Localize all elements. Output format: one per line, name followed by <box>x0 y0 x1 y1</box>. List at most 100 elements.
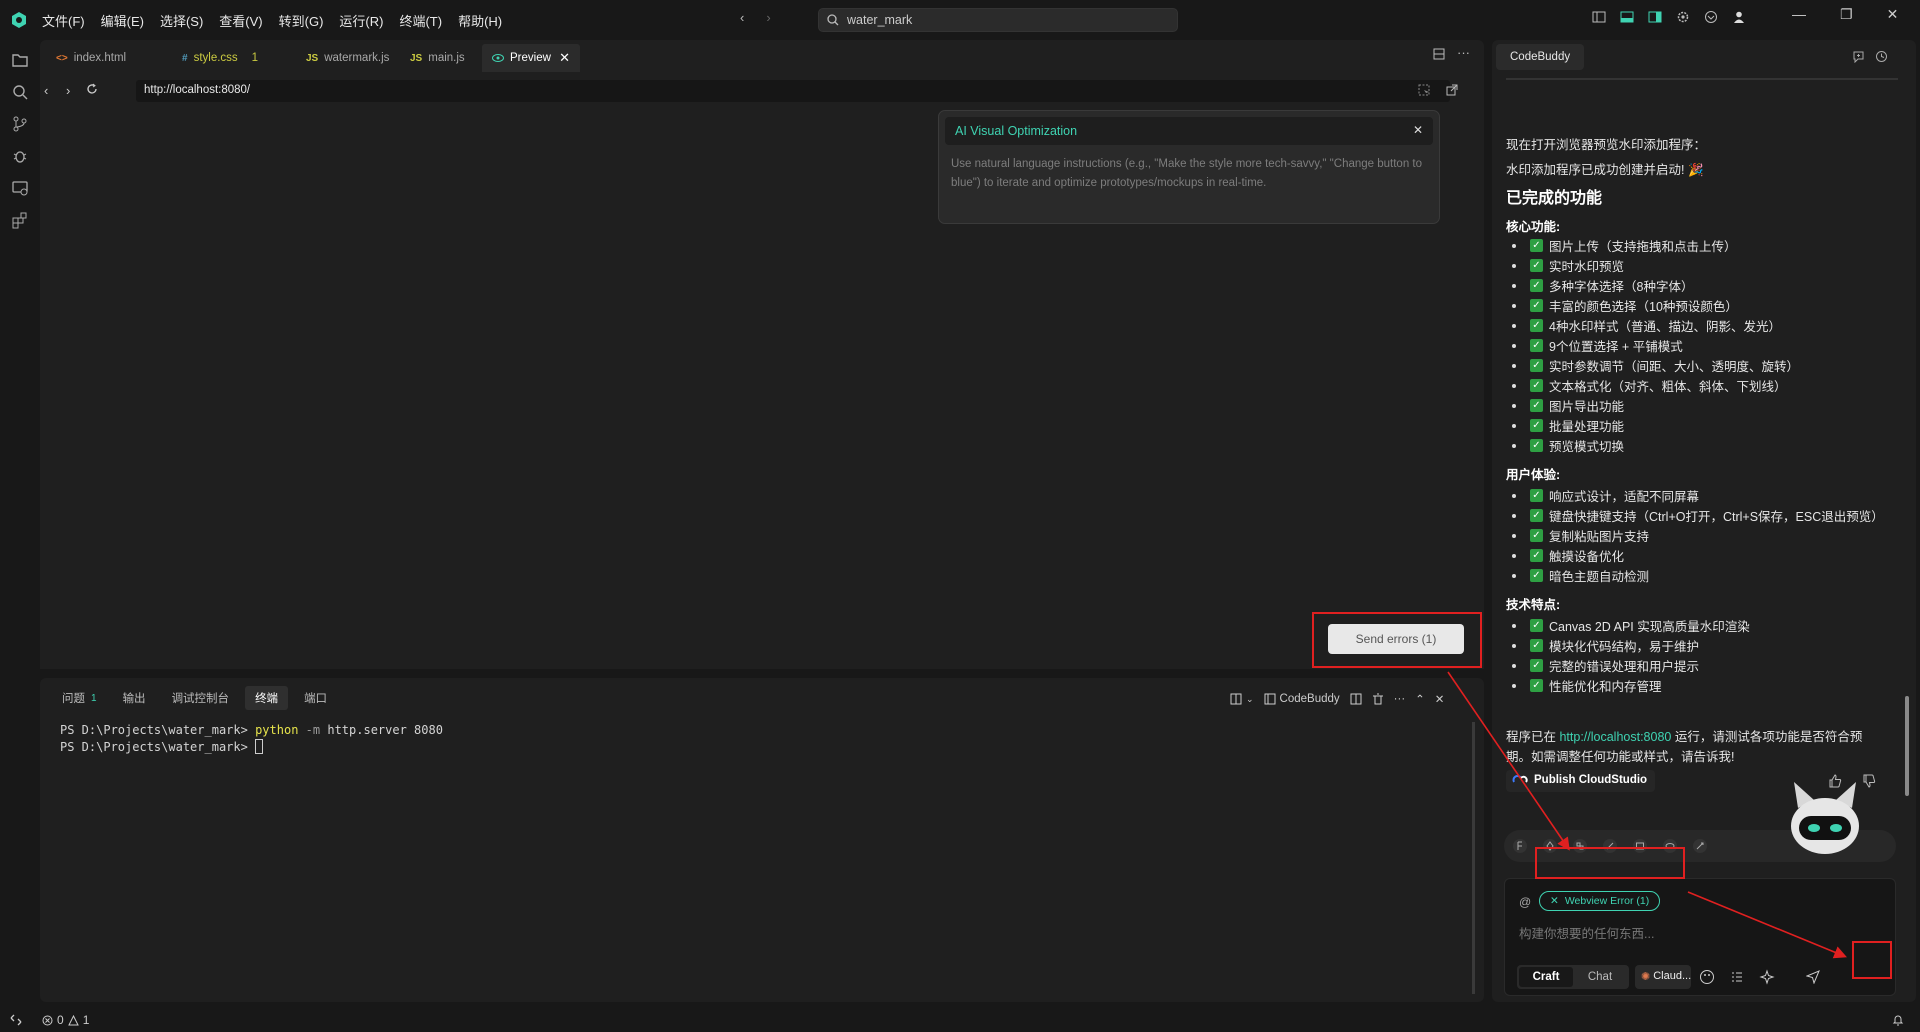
list-item-text: 9个位置选择 + 平铺模式 <box>1549 340 1683 354</box>
shield-icon[interactable] <box>1704 10 1718 24</box>
more-actions-icon[interactable]: ··· <box>1457 46 1470 60</box>
tab-output[interactable]: 输出 <box>113 686 156 710</box>
open-external-icon[interactable] <box>1446 84 1458 96</box>
url-input[interactable]: http://localhost:8080/ <box>136 80 1450 102</box>
nav-forward-icon[interactable]: › <box>766 10 770 25</box>
maximize-panel-icon[interactable]: ⌃ <box>1415 692 1425 706</box>
menu-help[interactable]: 帮助(H) <box>458 11 502 30</box>
toggle-primary-sidebar-icon[interactable] <box>1592 10 1606 24</box>
localhost-link[interactable]: http://localhost:8080 <box>1559 730 1671 744</box>
source-control-icon[interactable] <box>10 114 30 134</box>
mode-craft-button[interactable]: Craft <box>1519 967 1573 987</box>
menu-file[interactable]: 文件(F) <box>42 11 85 30</box>
chat-input-placeholder[interactable]: 构建你想要的任何东西... <box>1519 923 1654 942</box>
list-item: 9个位置选择 + 平铺模式 <box>1512 336 1683 355</box>
toggle-panel-icon[interactable] <box>1620 10 1634 24</box>
mention-at-icon[interactable]: @ <box>1519 895 1531 909</box>
chevron-down-icon[interactable]: ⌄ <box>1246 694 1254 705</box>
bullet <box>1512 243 1516 248</box>
palette-icon[interactable] <box>1699 969 1715 985</box>
menu-selection[interactable]: 选择(S) <box>160 11 203 30</box>
send-button[interactable] <box>1801 965 1825 989</box>
explorer-icon[interactable] <box>10 50 30 70</box>
tab-terminal[interactable]: 终端 <box>245 686 289 710</box>
tab-main-js[interactable]: JS main.js <box>400 44 475 72</box>
account-icon[interactable] <box>1732 10 1746 24</box>
chip-label: Webview Error (1) <box>1564 895 1650 907</box>
terminal-output[interactable]: PS D:\Projects\water_mark> python -m htt… <box>60 722 443 756</box>
terminal-scrollbar[interactable] <box>1472 722 1475 994</box>
close-icon[interactable]: ✕ <box>1413 123 1423 137</box>
browser-back-icon[interactable]: ‹ <box>44 83 48 98</box>
trash-icon[interactable] <box>1372 693 1384 705</box>
mode-chat-button[interactable]: Chat <box>1573 967 1627 987</box>
reload-icon[interactable] <box>86 83 98 95</box>
title-bar: 文件(F) 编辑(E) 选择(S) 查看(V) 转到(G) 运行(R) 终端(T… <box>0 0 1920 40</box>
check-icon <box>1530 339 1543 352</box>
task-list-icon[interactable] <box>1729 969 1745 985</box>
settings-gear-icon[interactable] <box>1676 10 1690 24</box>
minimize-icon[interactable]: — <box>1792 6 1806 23</box>
menu-go[interactable]: 转到(G) <box>279 11 324 30</box>
message-text-part: 运行，请测试各项功能是否符合预 <box>1671 730 1863 744</box>
tab-debug-console[interactable]: 调试控制台 <box>162 686 240 710</box>
command-center-search[interactable]: water_mark <box>818 8 1178 32</box>
close-tab-icon[interactable]: ✕ <box>559 50 570 66</box>
tab-watermark-js[interactable]: JS watermark.js <box>296 44 399 72</box>
close-panel-icon[interactable]: ✕ <box>1435 692 1445 706</box>
nav-back-icon[interactable]: ‹ <box>740 10 744 25</box>
bullet <box>1512 263 1516 268</box>
menu-run[interactable]: 运行(R) <box>339 11 383 30</box>
more-actions-icon[interactable]: ··· <box>1394 693 1406 705</box>
bullet <box>1512 683 1516 688</box>
tab-problems[interactable]: 问题 1 <box>52 686 107 710</box>
split-panel-icon[interactable] <box>1350 693 1362 705</box>
js-file-icon: JS <box>410 52 423 64</box>
menu-terminal[interactable]: 终端(T) <box>399 11 442 30</box>
figma-icon[interactable] <box>1512 838 1528 854</box>
publish-cloudstudio-button[interactable]: Publish CloudStudio <box>1506 770 1656 792</box>
send-icon <box>1806 970 1820 984</box>
list-item-text: 键盘快捷键支持（Ctrl+O打开，Ctrl+S保存，ESC退出预览） <box>1549 510 1884 524</box>
restore-icon[interactable]: ❐ <box>1840 6 1853 23</box>
remote-explorer-icon[interactable] <box>10 178 30 198</box>
codebuddy-terminal-label[interactable]: CodeBuddy <box>1280 693 1340 705</box>
search-view-icon[interactable] <box>10 82 30 102</box>
new-chat-icon[interactable] <box>1852 50 1865 63</box>
sparkle-enhance-icon[interactable] <box>1759 969 1775 985</box>
close-window-icon[interactable]: ✕ <box>1887 6 1899 23</box>
list-item: 4种水印样式（普通、描边、阴影、发光） <box>1512 316 1781 335</box>
extensions-icon[interactable] <box>10 210 30 230</box>
tab-preview[interactable]: Preview ✕ <box>482 44 580 72</box>
webview-error-chip[interactable]: ✕ Webview Error (1) <box>1539 891 1661 911</box>
message-text-part: 程序已在 <box>1506 730 1560 744</box>
chat-input-box[interactable]: @ ✕ Webview Error (1) 构建你想要的任何东西... Craf… <box>1504 878 1896 996</box>
model-selector[interactable]: ✺ Claud... <box>1635 965 1691 989</box>
notifications-bell-icon[interactable] <box>1892 1014 1904 1026</box>
menu-edit[interactable]: 编辑(E) <box>101 11 144 30</box>
message-text: 程序已在 http://localhost:8080 运行，请测试各项功能是否符… <box>1506 726 1862 745</box>
toggle-secondary-sidebar-icon[interactable] <box>1648 10 1662 24</box>
browser-forward-icon[interactable]: › <box>66 83 70 98</box>
list-item-text: 模块化代码结构，易于维护 <box>1549 640 1700 654</box>
remote-icon[interactable] <box>10 1014 22 1026</box>
codebuddy-terminal-icon[interactable] <box>1264 693 1276 705</box>
chat-tab-codebuddy[interactable]: CodeBuddy <box>1496 44 1585 70</box>
history-icon[interactable] <box>1875 50 1888 63</box>
split-terminal-icon[interactable] <box>1230 693 1242 705</box>
app-logo-icon[interactable] <box>10 11 28 29</box>
deploy-rocket-icon[interactable] <box>1692 838 1708 854</box>
remove-chip-icon[interactable]: ✕ <box>1550 895 1559 910</box>
split-editor-icon[interactable] <box>1433 48 1445 60</box>
select-element-icon[interactable] <box>1418 84 1430 96</box>
bullet <box>1512 363 1516 368</box>
run-debug-icon[interactable] <box>10 146 30 166</box>
section-title: 用户体验: <box>1506 468 1561 482</box>
tab-index-html[interactable]: <> index.html <box>46 44 136 72</box>
status-problems[interactable]: 0 1 <box>42 1013 89 1027</box>
bullet <box>1512 533 1516 538</box>
chat-scrollbar[interactable] <box>1905 696 1909 796</box>
tab-ports[interactable]: 端口 <box>294 686 337 710</box>
tab-style-css[interactable]: # style.css 1 <box>172 44 268 72</box>
menu-view[interactable]: 查看(V) <box>219 11 262 30</box>
